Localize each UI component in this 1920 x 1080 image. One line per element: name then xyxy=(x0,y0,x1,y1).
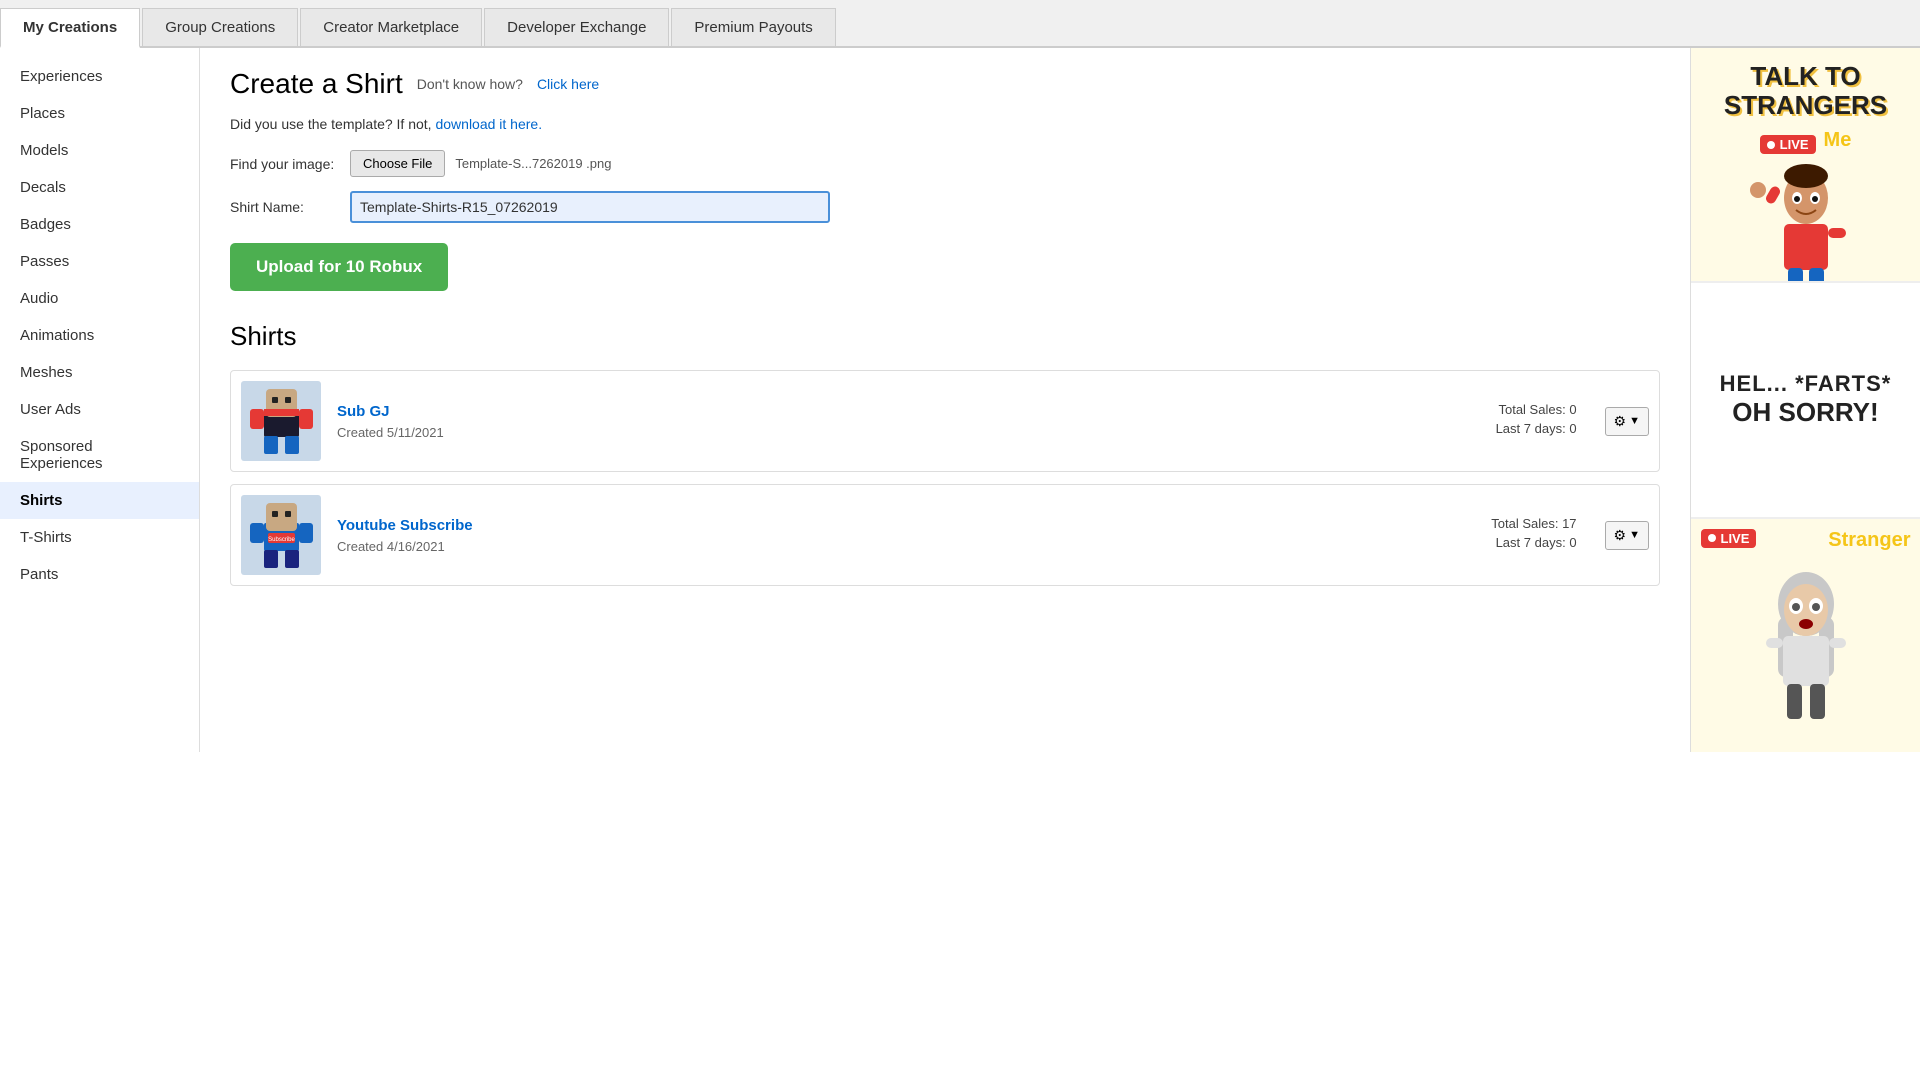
shirt-last7-value: 0 xyxy=(1569,421,1576,436)
shirt-thumbnail-image xyxy=(244,381,319,461)
sidebar-item-places[interactable]: Places xyxy=(0,95,199,132)
ad3-background: LIVE Stranger xyxy=(1691,519,1920,752)
shirt-total-sales-label: Total Sales: xyxy=(1498,402,1565,417)
shirt-name-link-youtube[interactable]: Youtube Subscribe xyxy=(337,517,1421,534)
shirt-total-sales-sub-gj: Total Sales: 0 xyxy=(1437,402,1577,417)
ad1-live-badge: LIVE xyxy=(1760,135,1816,154)
sidebar-item-passes[interactable]: Passes xyxy=(0,243,199,280)
shirts-section-title: Shirts xyxy=(230,321,1660,352)
shirt-last7-youtube: Last 7 days: 0 xyxy=(1437,535,1577,550)
gear-icon: ⚙ xyxy=(1614,413,1627,430)
shirt-thumbnail-image-2: Subscribe xyxy=(244,495,319,575)
sidebar-item-decals[interactable]: Decals xyxy=(0,169,199,206)
tab-developer-exchange[interactable]: Developer Exchange xyxy=(484,8,669,46)
tab-my-creations[interactable]: My Creations xyxy=(0,8,140,48)
tab-creator-marketplace[interactable]: Creator Marketplace xyxy=(300,8,482,46)
choose-file-button[interactable]: Choose File xyxy=(350,150,445,177)
shirt-created-sub-gj: Created 5/11/2021 xyxy=(337,425,444,440)
click-here-link[interactable]: Click here xyxy=(537,76,599,92)
template-note: Did you use the template? If not, downlo… xyxy=(230,116,1660,132)
ad-panel: TALK TOSTRANGERS LIVE Me xyxy=(1690,48,1920,752)
tab-group-creations[interactable]: Group Creations xyxy=(142,8,298,46)
upload-button[interactable]: Upload for 10 Robux xyxy=(230,243,448,291)
create-shirt-header: Create a Shirt Don't know how? Click her… xyxy=(230,68,1660,100)
shirt-actions-youtube: ⚙ ▼ xyxy=(1605,521,1649,550)
dropdown-arrow-icon-yt: ▼ xyxy=(1629,529,1640,541)
shirt-last7-label: Last 7 days: xyxy=(1496,421,1566,436)
find-image-label: Find your image: xyxy=(230,156,340,172)
dont-know-text: Don't know how? xyxy=(417,76,523,92)
sidebar-item-audio[interactable]: Audio xyxy=(0,280,199,317)
shirt-item-sub-gj: Sub GJ Created 5/11/2021 Total Sales: 0 … xyxy=(230,370,1660,472)
ad1-me-label: Me xyxy=(1824,129,1852,152)
shirt-name-link-sub-gj[interactable]: Sub GJ xyxy=(337,403,1421,420)
shirt-name-input[interactable] xyxy=(350,191,830,223)
ad-block-farts[interactable]: HEL... *FARTS* OH SORRY! xyxy=(1691,283,1920,518)
ad3-live-badge: LIVE xyxy=(1701,529,1757,548)
gear-icon-yt: ⚙ xyxy=(1614,527,1627,544)
sidebar-item-animations[interactable]: Animations xyxy=(0,317,199,354)
top-nav: My Creations Group Creations Creator Mar… xyxy=(0,0,1920,48)
svg-text:Subscribe: Subscribe xyxy=(268,537,295,543)
ad3-character xyxy=(1741,562,1871,742)
shirt-total-sales-youtube: Total Sales: 17 xyxy=(1437,516,1577,531)
shirt-thumbnail-youtube-subscribe: Subscribe xyxy=(241,495,321,575)
ad3-live-dot-icon xyxy=(1708,534,1716,542)
ad3-stranger-label: Stranger xyxy=(1828,529,1910,552)
sidebar-item-shirts[interactable]: Shirts xyxy=(0,482,199,519)
shirt-total-sales-value: 0 xyxy=(1569,402,1576,417)
content-area: Create a Shirt Don't know how? Click her… xyxy=(200,48,1690,752)
ad1-background: TALK TOSTRANGERS LIVE Me xyxy=(1691,48,1920,281)
tab-premium-payouts[interactable]: Premium Payouts xyxy=(671,8,835,46)
shirt-item-youtube-subscribe: Subscribe Youtube Subscribe Created 4/16… xyxy=(230,484,1660,586)
ad3-live-text: LIVE xyxy=(1721,531,1750,546)
page-title: Create a Shirt xyxy=(230,68,403,100)
shirt-action-btn-sub-gj[interactable]: ⚙ ▼ xyxy=(1605,407,1649,436)
shirt-thumbnail-sub-gj xyxy=(241,381,321,461)
shirt-name-row: Shirt Name: xyxy=(230,191,1660,223)
main-layout: Experiences Places Models Decals Badges … xyxy=(0,48,1920,752)
shirt-stats-youtube: Total Sales: 17 Last 7 days: 0 xyxy=(1437,516,1577,554)
sidebar-item-badges[interactable]: Badges xyxy=(0,206,199,243)
dropdown-arrow-icon: ▼ xyxy=(1629,415,1640,427)
shirt-last7-sub-gj: Last 7 days: 0 xyxy=(1437,421,1577,436)
ad2-text1: HEL... *FARTS* xyxy=(1720,371,1892,397)
ad1-title: TALK TOSTRANGERS xyxy=(1724,62,1887,119)
sidebar-item-t-shirts[interactable]: T-Shirts xyxy=(0,519,199,556)
shirt-action-btn-youtube[interactable]: ⚙ ▼ xyxy=(1605,521,1649,550)
find-image-row: Find your image: Choose File Template-S.… xyxy=(230,150,1660,177)
sidebar: Experiences Places Models Decals Badges … xyxy=(0,48,200,752)
shirt-created-youtube: Created 4/16/2021 xyxy=(337,539,445,554)
download-template-link[interactable]: download it here. xyxy=(435,116,542,132)
ad2-background: HEL... *FARTS* OH SORRY! xyxy=(1691,340,1920,460)
shirt-last7-label-yt: Last 7 days: xyxy=(1496,535,1566,550)
sidebar-item-experiences[interactable]: Experiences xyxy=(0,58,199,95)
sidebar-item-pants[interactable]: Pants xyxy=(0,556,199,593)
shirt-total-sales-value-yt: 17 xyxy=(1562,516,1576,531)
shirt-name-label: Shirt Name: xyxy=(230,199,340,215)
ad-block-stranger[interactable]: LIVE Stranger xyxy=(1691,519,1920,752)
sidebar-item-models[interactable]: Models xyxy=(0,132,199,169)
shirt-total-sales-label-yt: Total Sales: xyxy=(1491,516,1558,531)
shirt-info-youtube: Youtube Subscribe Created 4/16/2021 xyxy=(337,517,1421,554)
live-dot-icon xyxy=(1767,141,1775,149)
ad1-character xyxy=(1746,160,1866,281)
shirt-last7-value-yt: 0 xyxy=(1569,535,1576,550)
selected-file-name: Template-S...7262019 .png xyxy=(455,156,611,171)
sidebar-item-user-ads[interactable]: User Ads xyxy=(0,391,199,428)
ad1-live-text: LIVE xyxy=(1780,137,1809,152)
shirt-stats-sub-gj: Total Sales: 0 Last 7 days: 0 xyxy=(1437,402,1577,440)
ad-block-talk-to-strangers[interactable]: TALK TOSTRANGERS LIVE Me xyxy=(1691,48,1920,283)
template-note-prefix: Did you use the template? If not, xyxy=(230,116,432,132)
shirt-actions-sub-gj: ⚙ ▼ xyxy=(1605,407,1649,436)
sidebar-item-meshes[interactable]: Meshes xyxy=(0,354,199,391)
ad2-text2: OH SORRY! xyxy=(1732,397,1878,428)
sidebar-item-sponsored-experiences[interactable]: Sponsored Experiences xyxy=(0,428,199,482)
shirt-info-sub-gj: Sub GJ Created 5/11/2021 xyxy=(337,403,1421,440)
